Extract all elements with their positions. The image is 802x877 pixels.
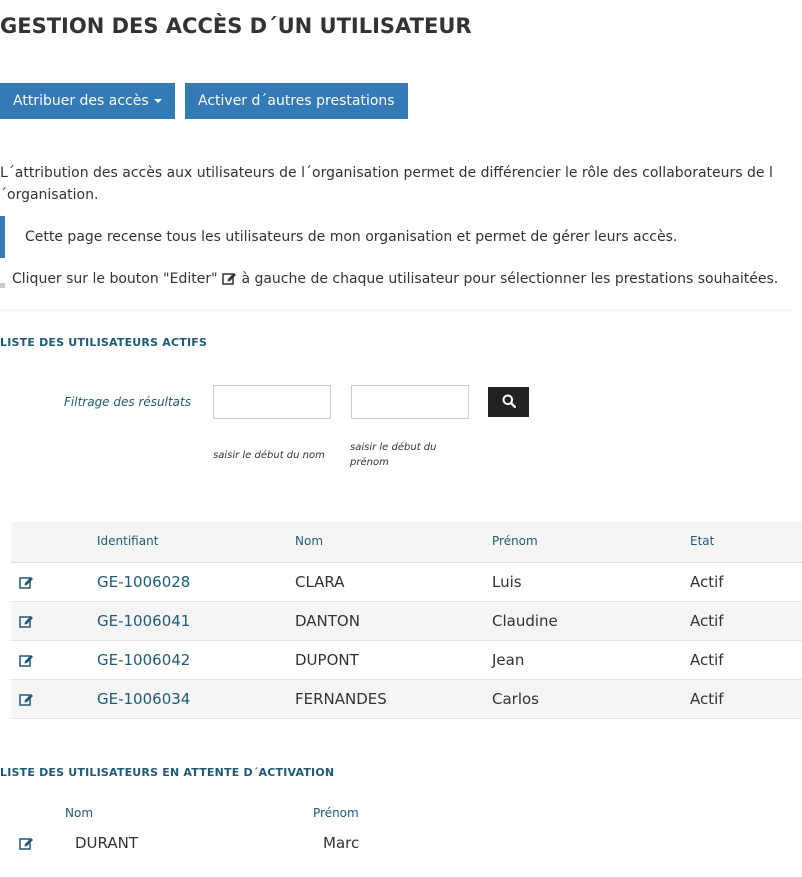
assign-access-button[interactable]: Attribuer des accès <box>0 83 175 119</box>
pending-column-header-nom: Nom <box>65 806 94 820</box>
bullet-square <box>0 283 5 288</box>
column-header-etat[interactable]: Etat <box>690 534 714 548</box>
user-id-link[interactable]: GE-1006028 <box>97 573 190 591</box>
caret-down-icon <box>153 99 162 103</box>
instruction-text: Cliquer sur le bouton "Editer" à gauche … <box>12 268 778 292</box>
pending-column-header-prenom: Prénom <box>313 806 359 820</box>
user-etat: Actif <box>690 573 724 591</box>
table-header: Identifiant Nom Prénom Etat <box>11 522 802 563</box>
activate-services-button[interactable]: Activer d´autres prestations <box>185 83 408 119</box>
edit-icon <box>222 270 237 292</box>
active-users-table: Identifiant Nom Prénom Etat GE-1006028 C… <box>11 522 802 719</box>
user-nom: DUPONT <box>295 651 359 669</box>
name-filter-hint: saisir le début du nom <box>213 450 325 461</box>
user-etat: Actif <box>690 651 724 669</box>
table-row: GE-1006028 CLARA Luis Actif <box>11 563 802 602</box>
search-button[interactable] <box>488 387 529 417</box>
active-users-title: LISTE DES UTILISATEURS ACTIFS <box>0 336 208 349</box>
pending-user-prenom: Marc <box>323 834 360 852</box>
user-nom: CLARA <box>295 573 345 591</box>
column-header-nom[interactable]: Nom <box>295 534 323 548</box>
column-header-id[interactable]: Identifiant <box>97 534 158 548</box>
filter-label: Filtrage des résultats <box>64 395 191 409</box>
column-header-prenom[interactable]: Prénom <box>492 534 538 548</box>
page-title: GESTION DES ACCÈS D´UN UTILISATEUR <box>0 14 472 38</box>
intro-paragraph: L´attribution des accès aux utilisateurs… <box>0 165 773 203</box>
user-id-link[interactable]: GE-1006041 <box>97 612 190 630</box>
table-row: GE-1006034 FERNANDES Carlos Actif <box>11 680 802 719</box>
edit-icon[interactable] <box>19 613 34 632</box>
instruction-after: à gauche de chaque utilisateur pour séle… <box>241 271 779 287</box>
firstname-filter-input[interactable] <box>351 385 469 419</box>
edit-icon[interactable] <box>19 652 34 671</box>
user-etat: Actif <box>690 690 724 708</box>
user-etat: Actif <box>690 612 724 630</box>
user-prenom: Jean <box>492 651 525 669</box>
user-id-link[interactable]: GE-1006034 <box>97 690 190 708</box>
edit-icon[interactable] <box>19 691 34 710</box>
firstname-filter-hint: saisir le début du prénom <box>350 442 437 468</box>
user-nom: DANTON <box>295 612 360 630</box>
name-filter-input[interactable] <box>213 385 331 419</box>
user-nom: FERNANDES <box>295 690 387 708</box>
table-row: GE-1006041 DANTON Claudine Actif <box>11 602 802 641</box>
pending-user-nom: DURANT <box>75 834 138 852</box>
table-row: GE-1006042 DUPONT Jean Actif <box>11 641 802 680</box>
info-quote-text: Cette page recense tous les utilisateurs… <box>25 229 678 245</box>
assign-access-label: Attribuer des accès <box>13 93 149 109</box>
divider <box>0 310 792 311</box>
user-prenom: Luis <box>492 573 522 591</box>
user-id-link[interactable]: GE-1006042 <box>97 651 190 669</box>
info-quote: Cette page recense tous les utilisateurs… <box>0 216 790 258</box>
edit-icon[interactable] <box>19 835 34 854</box>
user-prenom: Carlos <box>492 690 539 708</box>
search-icon <box>502 393 516 412</box>
edit-icon[interactable] <box>19 574 34 593</box>
pending-users-title: LISTE DES UTILISATEURS EN ATTENTE D´ACTI… <box>0 766 335 779</box>
user-prenom: Claudine <box>492 612 558 630</box>
instruction-before: Cliquer sur le bouton "Editer" <box>12 271 218 287</box>
